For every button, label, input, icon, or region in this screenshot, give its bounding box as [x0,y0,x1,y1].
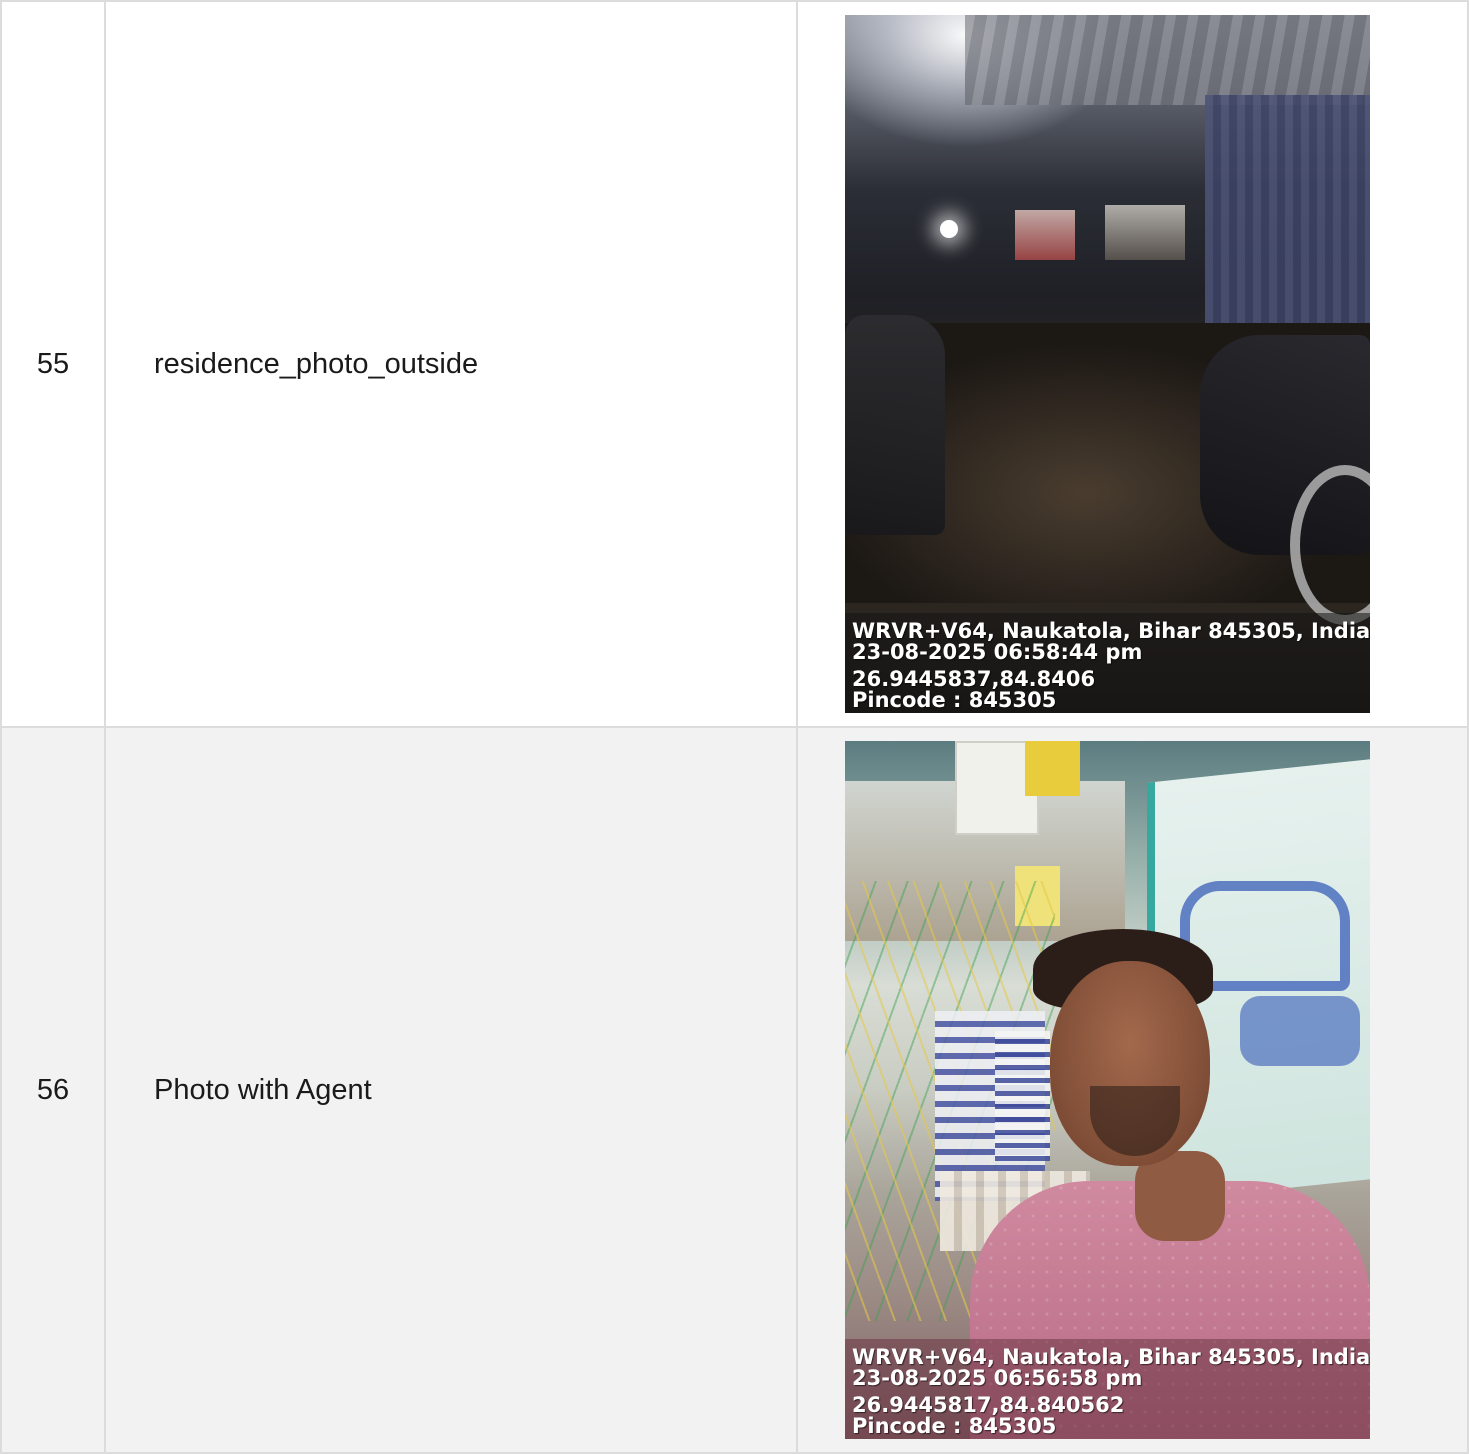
row-number: 56 [0,726,106,1454]
photo-cell: WRVR+V64, Naukatola, Bihar 845305, India… [796,726,1469,1454]
caption-timestamp: 23-08-2025 06:58:44 pm [852,640,1143,664]
photo-cell: WRVR+V64, Naukatola, Bihar 845305, India… [796,0,1469,728]
photo-motorcycle [845,315,945,535]
table-row: 56 Photo with Agent WRVR+V64, Naukatola,… [0,726,1469,1454]
caption-pincode: Pincode : 845305 [852,688,1057,712]
table-row: 55 residence_photo_outside WRVR+V64, Nau… [0,0,1469,728]
photo-package [1025,741,1080,796]
caption-timestamp: 23-08-2025 06:56:58 pm [852,1366,1143,1390]
photo-battery-strip [995,1031,1050,1161]
caption-coordinates: 26.9445817,84.840562 [852,1393,1125,1417]
photo-roof [965,15,1370,105]
records-table: 55 residence_photo_outside WRVR+V64, Nau… [0,0,1469,1454]
caption-address: WRVR+V64, Naukatola, Bihar 845305, India… [852,1345,1370,1369]
photo-geotag-caption: WRVR+V64, Naukatola, Bihar 845305, India… [845,613,1370,713]
agent-photo: WRVR+V64, Naukatola, Bihar 845305, India… [845,741,1370,1439]
photo-window [1105,205,1185,260]
residence-photo: WRVR+V64, Naukatola, Bihar 845305, India… [845,15,1370,713]
field-name: Photo with Agent [104,726,798,1454]
photo-banner-lettering [1240,996,1360,1066]
photo-window [1015,210,1075,260]
caption-coordinates: 26.9445837,84.8406 [852,667,1096,691]
photo-lamp [940,220,958,238]
photo-geotag-caption: WRVR+V64, Naukatola, Bihar 845305, India… [845,1339,1370,1439]
row-number: 55 [0,0,106,728]
caption-address: WRVR+V64, Naukatola, Bihar 845305, India… [852,619,1370,643]
field-name: residence_photo_outside [104,0,798,728]
caption-pincode: Pincode : 845305 [852,1414,1057,1438]
